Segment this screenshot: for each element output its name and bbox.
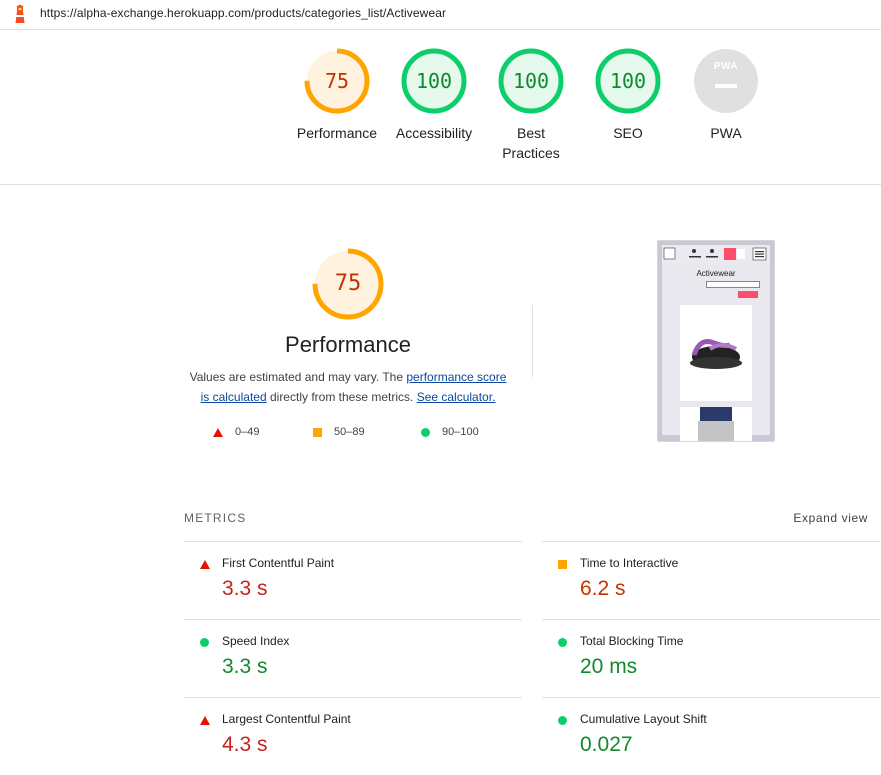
gauge-label: Accessibility: [395, 125, 473, 141]
square-icon: [313, 427, 322, 437]
metric-first-contentful-paint[interactable]: First Contentful Paint 3.3 s: [184, 541, 522, 619]
gauge-performance[interactable]: 75 Performance: [289, 48, 385, 143]
metric-name: Largest Contentful Paint: [222, 712, 351, 726]
metric-value: 4.3 s: [222, 733, 268, 756]
performance-detail-gauge: 75: [311, 247, 385, 321]
report-url[interactable]: https://alpha-exchange.herokuapp.com/pro…: [40, 6, 446, 20]
best-practices-score-ring: 100: [498, 48, 564, 114]
seo-score: 100: [609, 69, 647, 93]
pass-circle-icon: [558, 638, 567, 647]
performance-score: 75: [324, 69, 350, 93]
pwa-badge-ring: PWA: [693, 48, 759, 114]
legend-range: 0–49: [235, 426, 260, 438]
screenshot-product-card-2: [680, 407, 752, 441]
metric-name: First Contentful Paint: [222, 556, 335, 570]
gauge-seo[interactable]: 100 SEO: [580, 48, 676, 143]
metric-largest-contentful-paint[interactable]: Largest Contentful Paint 4.3 s: [184, 697, 522, 775]
metric-name: Speed Index: [222, 634, 290, 648]
metric-total-blocking-time[interactable]: Total Blocking Time 20 ms: [542, 619, 880, 697]
gauge-label: PWA: [710, 125, 742, 141]
metric-value: 20 ms: [580, 655, 638, 678]
see-calculator-link[interactable]: See calculator.: [417, 390, 496, 404]
gauge-best-practices[interactable]: 100 Best Practices: [483, 48, 579, 163]
pwa-logo-text: PWA: [713, 61, 739, 72]
gauge-accessibility[interactable]: 100 Accessibility: [386, 48, 482, 143]
gauge-pwa[interactable]: PWA PWA: [678, 48, 774, 143]
legend-fail: 0–49: [213, 424, 259, 440]
pass-circle-icon: [558, 716, 567, 725]
vertical-divider: [532, 305, 533, 377]
screenshot-product-card: [680, 305, 752, 401]
performance-detail-score: 75: [334, 271, 362, 296]
legend-range: 50–89: [334, 426, 365, 438]
metrics-header: METRICS: [184, 511, 247, 525]
metric-value: 6.2 s: [580, 577, 626, 600]
legend-average: 50–89: [313, 424, 365, 440]
screenshot-search-button: [738, 291, 758, 298]
fail-triangle-icon: [200, 716, 210, 725]
metric-time-to-interactive[interactable]: Time to Interactive 6.2 s: [542, 541, 880, 619]
metric-name: Time to Interactive: [580, 556, 679, 570]
report-url-bar: https://alpha-exchange.herokuapp.com/pro…: [0, 0, 881, 30]
average-square-icon: [558, 560, 567, 569]
gauge-label: SEO: [613, 125, 643, 141]
section-divider: [0, 184, 881, 185]
screenshot-navbar: [662, 245, 770, 263]
lighthouse-icon: [15, 4, 25, 23]
desc-mid: directly from these metrics.: [266, 390, 417, 404]
metric-cumulative-layout-shift[interactable]: Cumulative Layout Shift 0.027: [542, 697, 880, 775]
metric-name: Cumulative Layout Shift: [580, 712, 707, 726]
circle-icon: [421, 427, 430, 437]
screenshot-sort-select: [706, 281, 760, 288]
performance-description: Values are estimated and may vary. The p…: [184, 367, 512, 407]
best-practices-score: 100: [512, 69, 550, 93]
screenshot-page-title: Activewear: [696, 269, 736, 278]
metric-value: 3.3 s: [222, 577, 268, 600]
accessibility-score-ring: 100: [401, 48, 467, 114]
legend-range: 90–100: [442, 426, 479, 438]
fail-triangle-icon: [200, 560, 210, 569]
accessibility-score: 100: [415, 69, 453, 93]
performance-title: Performance: [285, 332, 411, 357]
final-screenshot[interactable]: Activewear: [657, 240, 775, 442]
legend-pass: 90–100: [421, 424, 479, 440]
metric-value: 3.3 s: [222, 655, 268, 678]
metric-name: Total Blocking Time: [580, 634, 684, 648]
metric-value: 0.027: [580, 733, 633, 756]
screenshot-body: Activewear: [662, 263, 770, 441]
performance-score-ring: 75: [304, 48, 370, 114]
triangle-icon: [213, 427, 223, 437]
pass-circle-icon: [200, 638, 209, 647]
expand-view-button[interactable]: Expand view: [793, 511, 868, 525]
metric-speed-index[interactable]: Speed Index 3.3 s: [184, 619, 522, 697]
gauge-label: Performance: [296, 125, 378, 141]
seo-score-ring: 100: [595, 48, 661, 114]
gauge-label: Best Practices: [502, 125, 560, 161]
summary-gauges: 75 Performance 100 Accessibility 100 Bes…: [0, 48, 881, 183]
desc-prefix: Values are estimated and may vary. The: [189, 370, 407, 384]
